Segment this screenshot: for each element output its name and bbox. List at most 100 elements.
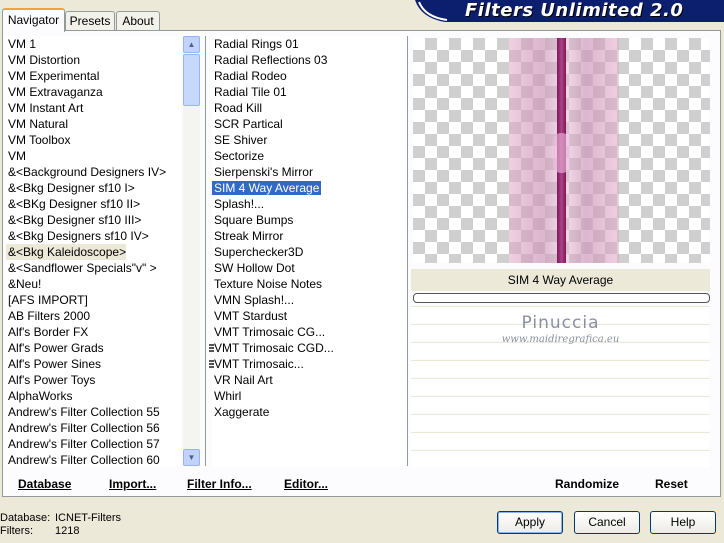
filter-list-item[interactable]: Radial Rings 01 <box>212 36 299 52</box>
filter-list-item[interactable]: VMT Trimosaic CGD... <box>212 340 334 356</box>
scroll-down-icon[interactable]: ▼ <box>183 449 200 466</box>
category-list-item[interactable]: VM Toolbox <box>6 132 70 148</box>
category-item-label: &<Background Designers IV> <box>8 165 167 179</box>
category-list-item[interactable]: &<Bkg Designer sf10 I> <box>6 180 135 196</box>
reset-label: Reset <box>655 477 688 491</box>
category-list[interactable]: VM 1 VM Distortion VM Experimental VM Extra… <box>6 36 181 466</box>
category-item-label: &<Sandflower Specials"v" > <box>8 261 157 275</box>
category-list-item[interactable]: VM Natural <box>6 116 68 132</box>
category-list-item[interactable]: Andrew's Filter Collection 57 <box>6 436 160 452</box>
category-list-item[interactable]: &<Bkg Designers sf10 IV> <box>6 228 149 244</box>
category-item-label: Andrew's Filter Collection 55 <box>8 405 160 419</box>
category-list-item[interactable]: VM <box>6 148 26 164</box>
filter-list-item[interactable]: Radial Rodeo <box>212 68 287 84</box>
filter-list[interactable]: Radial Rings 01 Radial Reflections 03 Radi… <box>212 36 405 466</box>
filter-info-button[interactable]: Filter Info... <box>187 476 252 492</box>
category-list-item[interactable]: AlphaWorks <box>6 388 72 404</box>
category-scrollbar[interactable]: ▲ ▼ <box>183 36 200 466</box>
preview-divider <box>407 36 408 466</box>
category-list-item[interactable]: [AFS IMPORT] <box>6 292 88 308</box>
category-list-item[interactable]: Alf's Power Grads <box>6 340 104 356</box>
filter-item-label: VMN Splash!... <box>214 293 295 307</box>
category-item-label: Andrew's Filter Collection 56 <box>8 421 160 435</box>
randomize-button[interactable]: Randomize <box>555 476 619 492</box>
category-list-item[interactable]: &<Bkg Kaleidoscope> <box>6 244 127 260</box>
category-item-label: &<Bkg Kaleidoscope> <box>8 245 127 259</box>
category-item-label: Alf's Power Toys <box>8 373 96 387</box>
filter-list-item[interactable]: VMN Splash!... <box>212 292 294 308</box>
category-list-item[interactable]: Alf's Border FX <box>6 324 88 340</box>
filter-list-item[interactable]: Streak Mirror <box>212 228 283 244</box>
category-list-item[interactable]: Andrew's Filter Collection 56 <box>6 420 160 436</box>
category-list-item[interactable]: Andrew's Filter Collection 55 <box>6 404 160 420</box>
filter-list-item[interactable]: Sierpenski's Mirror <box>212 164 313 180</box>
tab-navigator[interactable]: Navigator <box>2 8 65 32</box>
scroll-thumb[interactable] <box>183 54 200 106</box>
tab-presets[interactable]: Presets <box>65 11 115 30</box>
filter-list-item[interactable]: VMT Trimosaic... <box>212 356 304 372</box>
category-list-item[interactable]: &<Background Designers IV> <box>6 164 166 180</box>
tab-about[interactable]: About <box>116 11 160 30</box>
category-list-item[interactable]: &<Sandflower Specials"v" > <box>6 260 157 276</box>
filter-list-item[interactable]: Whirl <box>212 388 241 404</box>
filter-list-item[interactable]: Texture Noise Notes <box>212 276 322 292</box>
category-list-item[interactable]: VM Instant Art <box>6 100 83 116</box>
category-item-label: VM Toolbox <box>8 133 71 147</box>
filter-list-item[interactable]: SW Hollow Dot <box>212 260 295 276</box>
category-list-item[interactable]: VM Experimental <box>6 68 99 84</box>
category-list-item[interactable]: VM 1 <box>6 36 36 52</box>
filter-item-label: VMT Stardust <box>214 309 288 323</box>
slider-row <box>411 396 710 413</box>
filter-item-label: Sectorize <box>214 149 265 163</box>
filter-list-item[interactable]: SIM 4 Way Average <box>212 180 322 196</box>
filter-list-item[interactable]: VMT Trimosaic CG... <box>212 324 325 340</box>
filter-list-item[interactable]: Splash!... <box>212 196 264 212</box>
category-item-label: VM Distortion <box>8 53 81 67</box>
category-item-label: &<BKg Designer sf10 II> <box>8 197 141 211</box>
filter-list-item[interactable]: Road Kill <box>212 100 262 116</box>
filter-item-label: SIM 4 Way Average <box>212 181 322 195</box>
category-list-item[interactable]: VM Distortion <box>6 52 80 68</box>
category-item-label: [AFS IMPORT] <box>8 293 88 307</box>
watermark-url: www.maidiregrafica.eu <box>501 334 620 345</box>
category-list-item[interactable]: Alf's Power Toys <box>6 372 95 388</box>
reset-button[interactable]: Reset <box>655 476 688 492</box>
category-item-label: AlphaWorks <box>8 389 73 403</box>
category-list-item[interactable]: Alf's Power Sines <box>6 356 101 372</box>
filter-list-item[interactable]: VR Nail Art <box>212 372 273 388</box>
filter-item-label: SW Hollow Dot <box>214 261 295 275</box>
filter-item-label: Sierpenski's Mirror <box>214 165 313 179</box>
apply-button[interactable]: Apply <box>497 511 563 534</box>
filter-list-item[interactable]: VMT Stardust <box>212 308 287 324</box>
filter-list-item[interactable]: Radial Reflections 03 <box>212 52 327 68</box>
help-button[interactable]: Help <box>650 511 716 534</box>
watermark-name: Pinuccia <box>521 313 600 333</box>
filter-list-item[interactable]: Xaggerate <box>212 404 269 420</box>
filter-list-item[interactable]: Square Bumps <box>212 212 293 228</box>
database-button[interactable]: Database <box>18 476 71 492</box>
app-title: Filters Unlimited 2.0 <box>465 0 684 21</box>
import-button[interactable]: Import... <box>109 476 156 492</box>
editor-button[interactable]: Editor... <box>284 476 328 492</box>
database-info-label: Database: <box>0 512 51 524</box>
category-list-item[interactable]: AB Filters 2000 <box>6 308 90 324</box>
selected-filter-name: SIM 4 Way Average <box>411 269 710 291</box>
category-item-label: &<Bkg Designer sf10 I> <box>8 181 135 195</box>
filter-item-label: SCR Partical <box>214 117 283 131</box>
category-list-item[interactable]: &Neu! <box>6 276 41 292</box>
category-list-item[interactable]: VM Extravaganza <box>6 84 103 100</box>
scroll-up-icon[interactable]: ▲ <box>183 36 200 53</box>
category-item-label: &<Bkg Designers sf10 IV> <box>8 229 149 243</box>
cancel-button[interactable]: Cancel <box>574 511 640 534</box>
category-item-label: VM Natural <box>8 117 69 131</box>
filter-list-item[interactable]: Radial Tile 01 <box>212 84 287 100</box>
category-list-item[interactable]: Andrew's Filter Collection 60 <box>6 452 160 466</box>
category-list-item[interactable]: &<Bkg Designer sf10 III> <box>6 212 141 228</box>
category-item-label: VM <box>8 149 26 163</box>
preview-image <box>413 38 710 263</box>
filter-list-item[interactable]: SCR Partical <box>212 116 283 132</box>
filter-list-item[interactable]: Superchecker3D <box>212 244 303 260</box>
filter-list-item[interactable]: SE Shiver <box>212 132 267 148</box>
filter-list-item[interactable]: Sectorize <box>212 148 264 164</box>
category-list-item[interactable]: &<BKg Designer sf10 II> <box>6 196 140 212</box>
